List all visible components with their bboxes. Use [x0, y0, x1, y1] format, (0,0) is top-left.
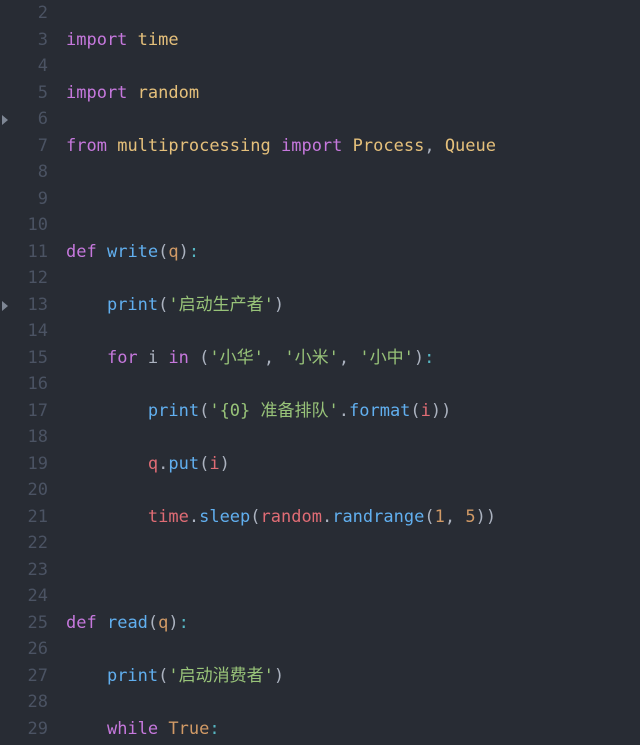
line-number: 26	[0, 636, 48, 663]
module-time: time	[138, 30, 179, 50]
string-literal: '启动消费者'	[168, 666, 273, 686]
string-literal: '小华'	[209, 348, 263, 368]
function-write: write	[107, 242, 158, 262]
line-number-gutter: 2 3 4 5 6 7 8 9 10 11 12 13 14 15 16 17 …	[0, 0, 62, 745]
call-format: format	[349, 401, 410, 421]
line-number: 21	[0, 504, 48, 531]
string-literal: '小中'	[359, 348, 413, 368]
string-literal: '小米'	[284, 348, 338, 368]
code-line[interactable]: print('启动消费者')	[66, 663, 640, 690]
function-read: read	[107, 613, 148, 633]
code-line[interactable]: import random	[66, 80, 640, 107]
line-number: 16	[0, 371, 48, 398]
keyword-def: def	[66, 613, 97, 633]
line-number: 23	[0, 557, 48, 584]
const-true: True	[168, 719, 209, 739]
keyword-while: while	[107, 719, 158, 739]
line-number: 18	[0, 424, 48, 451]
ident-i: i	[148, 348, 158, 368]
line-number: 24	[0, 583, 48, 610]
fold-marker-icon[interactable]: 13	[0, 292, 48, 319]
line-number: 15	[0, 345, 48, 372]
call-randrange: randrange	[332, 507, 424, 527]
line-number: 2	[0, 0, 48, 27]
string-literal: '{0} 准备排队'	[209, 401, 338, 421]
code-line[interactable]: q.put(i)	[66, 451, 640, 478]
code-area[interactable]: import time import random from multiproc…	[62, 0, 640, 745]
keyword-import: import	[281, 136, 342, 156]
code-line[interactable]: print('启动生产者')	[66, 292, 640, 319]
string-literal: '启动生产者'	[168, 295, 273, 315]
code-line[interactable]: time.sleep(random.randrange(1, 5))	[66, 504, 640, 531]
keyword-def: def	[66, 242, 97, 262]
line-number: 7	[0, 133, 48, 160]
line-number: 22	[0, 530, 48, 557]
line-number: 29	[0, 716, 48, 743]
param-q: q	[168, 242, 178, 262]
keyword-import: import	[66, 30, 127, 50]
module-random: random	[138, 83, 199, 103]
line-number: 17	[0, 398, 48, 425]
code-line[interactable]	[66, 186, 640, 213]
code-line[interactable]: from multiprocessing import Process, Que…	[66, 133, 640, 160]
class-queue: Queue	[445, 136, 496, 156]
call-print: print	[107, 295, 158, 315]
line-number: 11	[0, 239, 48, 266]
param-q: q	[158, 613, 168, 633]
code-line[interactable]: def write(q):	[66, 239, 640, 266]
code-line[interactable]: for i in ('小华', '小米', '小中'):	[66, 345, 640, 372]
call-print: print	[148, 401, 199, 421]
code-line[interactable]: import time	[66, 27, 640, 54]
number: 5	[465, 507, 475, 527]
line-number: 8	[0, 159, 48, 186]
code-line[interactable]: while True:	[66, 716, 640, 743]
number: 1	[435, 507, 445, 527]
arg-i: i	[421, 401, 431, 421]
line-number: 28	[0, 689, 48, 716]
code-line[interactable]	[66, 557, 640, 584]
ident-q: q	[148, 454, 158, 474]
code-editor[interactable]: 2 3 4 5 6 7 8 9 10 11 12 13 14 15 16 17 …	[0, 0, 640, 745]
class-process: Process	[353, 136, 425, 156]
keyword-from: from	[66, 136, 107, 156]
keyword-for: for	[107, 348, 138, 368]
fold-marker-icon[interactable]: 6	[0, 106, 48, 133]
module-multiprocessing: multiprocessing	[117, 136, 271, 156]
line-number: 25	[0, 610, 48, 637]
line-number: 19	[0, 451, 48, 478]
keyword-in: in	[168, 348, 188, 368]
line-number: 27	[0, 663, 48, 690]
code-line[interactable]: def read(q):	[66, 610, 640, 637]
arg-i: i	[209, 454, 219, 474]
ident-time: time	[148, 507, 189, 527]
ident-random: random	[261, 507, 322, 527]
keyword-import: import	[66, 83, 127, 103]
line-number: 10	[0, 212, 48, 239]
line-number: 3	[0, 27, 48, 54]
line-number: 20	[0, 477, 48, 504]
line-number: 12	[0, 265, 48, 292]
code-line[interactable]: print('{0} 准备排队'.format(i))	[66, 398, 640, 425]
call-print: print	[107, 666, 158, 686]
line-number: 4	[0, 53, 48, 80]
line-number: 14	[0, 318, 48, 345]
call-sleep: sleep	[199, 507, 250, 527]
line-number: 5	[0, 80, 48, 107]
call-put: put	[168, 454, 199, 474]
line-number: 9	[0, 186, 48, 213]
